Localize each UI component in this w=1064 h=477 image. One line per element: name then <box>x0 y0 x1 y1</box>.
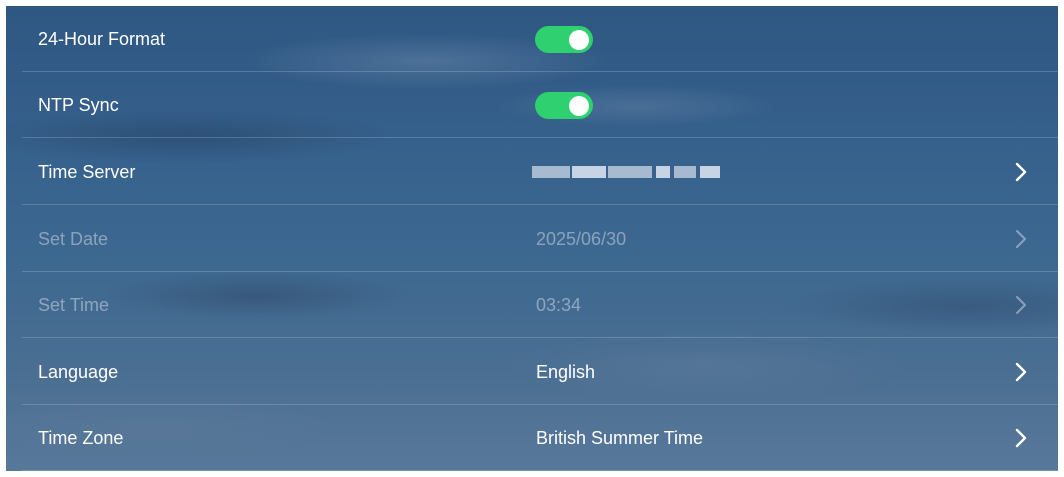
chevron-right-icon <box>1010 427 1032 449</box>
row-language[interactable]: Language English <box>6 339 1058 405</box>
row-set-time[interactable]: Set Time 03:34 <box>6 272 1058 338</box>
24-hour-format-toggle[interactable] <box>535 26 593 53</box>
chevron-right-icon <box>1010 361 1032 383</box>
toggle-knob <box>569 95 589 116</box>
row-ntp-sync: NTP Sync <box>6 72 1058 138</box>
ntp-sync-toggle[interactable] <box>535 92 593 119</box>
chevron-right-icon <box>1010 161 1032 183</box>
set-date-value: 2025/06/30 <box>536 229 627 249</box>
row-divider <box>22 470 1058 471</box>
row-time-zone[interactable]: Time Zone British Summer Time <box>6 405 1058 471</box>
row-label-set-date: Set Date <box>38 229 109 249</box>
row-label-set-time: Set Time <box>38 295 110 315</box>
time-zone-value: British Summer Time <box>536 428 704 448</box>
time-server-value-redacted <box>532 163 722 181</box>
row-24-hour-format: 24-Hour Format <box>6 6 1058 72</box>
chevron-right-icon <box>1010 228 1032 250</box>
row-divider <box>22 204 1058 205</box>
row-label-language: Language <box>38 362 119 382</box>
row-label-time-zone: Time Zone <box>38 428 124 448</box>
row-divider <box>22 337 1058 338</box>
row-label-time-server: Time Server <box>38 162 136 182</box>
set-time-value: 03:34 <box>536 295 582 315</box>
row-time-server[interactable]: Time Server <box>6 139 1058 205</box>
settings-panel: 24-Hour Format NTP Sync Time Server Set <box>6 6 1058 471</box>
row-label-24-hour-format: 24-Hour Format <box>38 29 166 49</box>
row-set-date[interactable]: Set Date 2025/06/30 <box>6 206 1058 272</box>
chevron-right-icon <box>1010 294 1032 316</box>
language-value: English <box>536 362 596 382</box>
row-label-ntp-sync: NTP Sync <box>38 95 119 115</box>
toggle-knob <box>569 29 589 50</box>
row-divider <box>22 137 1058 138</box>
